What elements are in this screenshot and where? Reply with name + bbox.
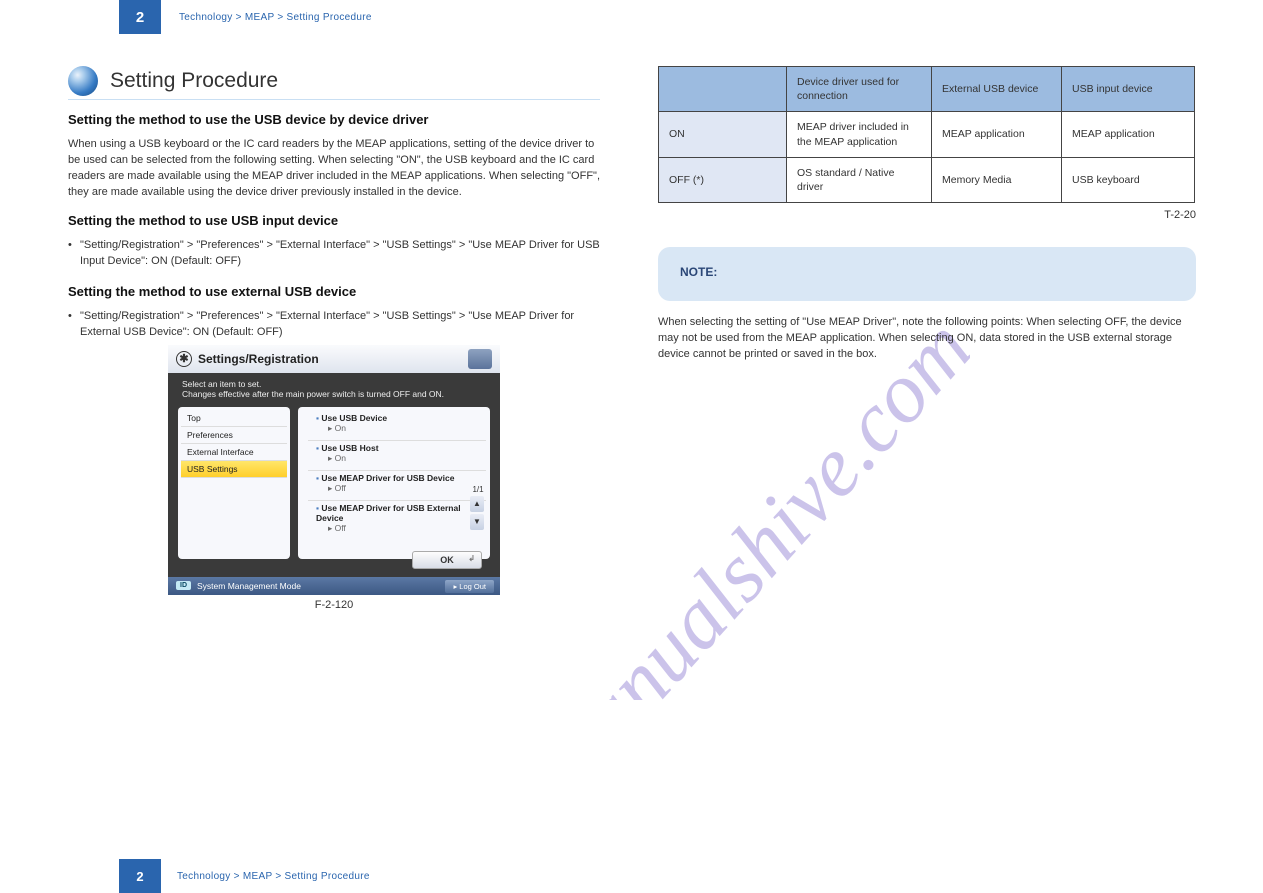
cell-off-driver: OS standard / Native driver — [787, 157, 932, 202]
th-driver: Device driver used for connection — [787, 67, 932, 112]
sr-title: Settings/Registration — [198, 352, 319, 366]
sr-status-text: System Management Mode — [197, 581, 301, 591]
note-title: NOTE: — [680, 265, 1174, 279]
usb-setting-use-host[interactable]: Use USB Host ▸ On — [308, 441, 486, 471]
bullet-ext-usb-text: "Setting/Registration" > "Preferences" >… — [80, 309, 600, 341]
chapter-number-box: 2 — [119, 0, 161, 34]
cube-icon[interactable] — [468, 349, 492, 369]
bullet-dot-icon: • — [68, 309, 80, 341]
chapter-breadcrumb: Technology > MEAP > Setting Procedure — [179, 12, 372, 23]
note-box: NOTE: — [658, 247, 1196, 301]
usb-value: ▸ Off — [316, 523, 486, 534]
figure-caption: F-2-120 — [168, 599, 500, 611]
sphere-bullet-icon — [68, 66, 98, 96]
sr-prompt: Select an item to set. Changes effective… — [168, 373, 500, 407]
left-column: Setting the method to use the USB device… — [68, 112, 600, 611]
footer-breadcrumb: Technology > MEAP > Setting Procedure — [177, 871, 370, 882]
cell-off-input: USB keyboard — [1062, 157, 1195, 202]
sidebar-item-top[interactable]: Top — [181, 410, 287, 427]
section-underline — [68, 99, 600, 100]
sidebar-item-external-interface[interactable]: External Interface — [181, 444, 287, 461]
table-row: ON MEAP driver included in the MEAP appl… — [659, 112, 1195, 157]
th-ext: External USB device — [932, 67, 1062, 112]
bullet-usb-input-text: "Setting/Registration" > "Preferences" >… — [80, 238, 600, 270]
sr-prompt-2: Changes effective after the main power s… — [182, 389, 486, 399]
usb-value: ▸ Off — [316, 483, 486, 494]
settings-screenshot: ✱ Settings/Registration Select an item t… — [168, 345, 500, 595]
sidebar-item-usb-settings[interactable]: USB Settings — [181, 461, 287, 478]
cell-off-ext: Memory Media — [932, 157, 1062, 202]
cell-on-ext: MEAP application — [932, 112, 1062, 157]
cell-on: ON — [659, 112, 787, 157]
usb-setting-use-device[interactable]: Use USB Device ▸ On — [308, 411, 486, 441]
table-row: OFF (*) OS standard / Native driver Memo… — [659, 157, 1195, 202]
th-input: USB input device — [1062, 67, 1195, 112]
paragraph-driver-method: When using a USB keyboard or the IC card… — [68, 137, 600, 201]
table-caption: T-2-20 — [658, 209, 1196, 221]
usb-label: Use USB Host — [316, 443, 486, 453]
usb-label: Use MEAP Driver for USB Device — [316, 473, 486, 483]
logout-button[interactable]: ▸ Log Out — [445, 580, 494, 593]
page-up-icon[interactable]: ▲ — [470, 496, 484, 512]
sr-pager: 1/1 ▲ ▼ — [470, 485, 486, 530]
subhead-ext-usb: Setting the method to use external USB d… — [68, 284, 600, 299]
usb-label: Use MEAP Driver for USB External Device — [316, 503, 486, 523]
sr-titlebar: ✱ Settings/Registration — [168, 345, 500, 373]
usb-value: ▸ On — [316, 453, 486, 464]
note-paragraph: When selecting the setting of "Use MEAP … — [658, 315, 1196, 363]
bullet-dot-icon: • — [68, 238, 80, 270]
ok-button[interactable]: OK — [412, 551, 482, 569]
driver-table: Device driver used for connection Extern… — [658, 66, 1195, 203]
page-down-icon[interactable]: ▼ — [470, 514, 484, 530]
section-title: Setting Procedure — [110, 69, 278, 93]
chapter-row: 2 Technology > MEAP > Setting Procedure — [119, 0, 372, 34]
subhead-usb-input: Setting the method to use USB input devi… — [68, 213, 600, 228]
gear-icon: ✱ — [176, 351, 192, 367]
sidebar-item-preferences[interactable]: Preferences — [181, 427, 287, 444]
th-blank — [659, 67, 787, 112]
cell-off: OFF (*) — [659, 157, 787, 202]
subhead-driver-method: Setting the method to use the USB device… — [68, 112, 600, 127]
bullet-ext-usb: • "Setting/Registration" > "Preferences"… — [68, 309, 600, 341]
usb-setting-meap-device[interactable]: Use MEAP Driver for USB Device ▸ Off — [308, 471, 486, 501]
footer-page-box: 2 — [119, 859, 161, 893]
section-heading: Setting Procedure — [68, 66, 278, 96]
cell-on-driver: MEAP driver included in the MEAP applica… — [787, 112, 932, 157]
sr-mainpane: Use USB Device ▸ On Use USB Host ▸ On Us… — [298, 407, 490, 559]
usb-setting-meap-external[interactable]: Use MEAP Driver for USB External Device … — [308, 501, 486, 540]
sr-statusbar: ID System Management Mode ▸ Log Out — [168, 577, 500, 595]
usb-label: Use USB Device — [316, 413, 486, 423]
sr-sidebar: Top Preferences External Interface USB S… — [178, 407, 290, 559]
usb-value: ▸ On — [316, 423, 486, 434]
id-badge-icon: ID — [176, 581, 191, 590]
cell-on-input: MEAP application — [1062, 112, 1195, 157]
sr-prompt-1: Select an item to set. — [182, 379, 486, 389]
footer-row: 2 Technology > MEAP > Setting Procedure — [119, 859, 370, 893]
sr-page-count: 1/1 — [470, 485, 486, 494]
bullet-usb-input: • "Setting/Registration" > "Preferences"… — [68, 238, 600, 270]
right-column: Device driver used for connection Extern… — [658, 66, 1196, 375]
